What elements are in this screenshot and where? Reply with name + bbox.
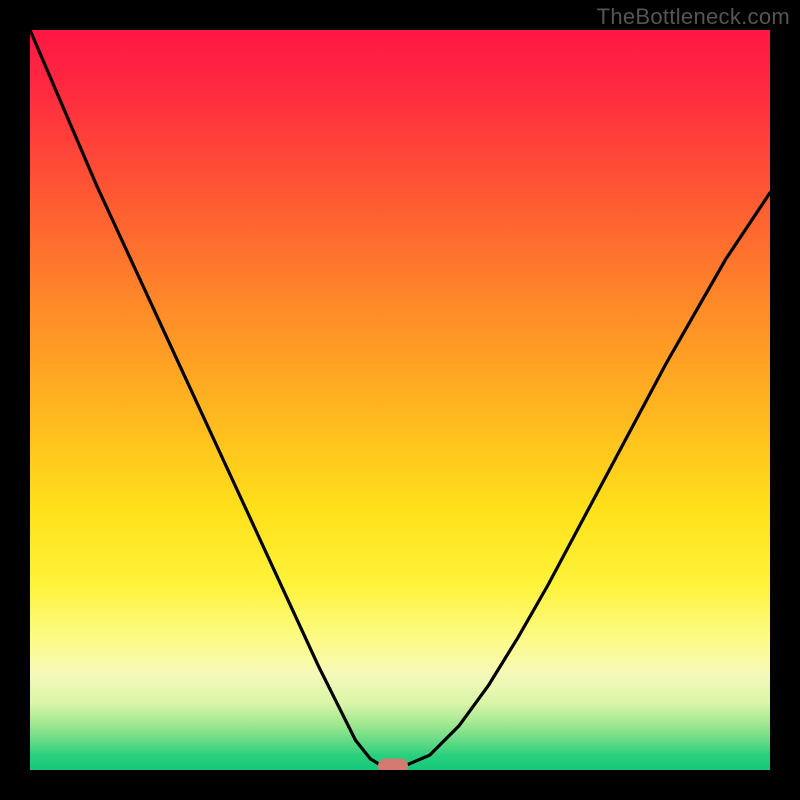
optimal-marker <box>378 758 408 770</box>
watermark-text: TheBottleneck.com <box>597 4 790 30</box>
chart-frame: TheBottleneck.com <box>0 0 800 800</box>
bottleneck-curve <box>30 30 770 770</box>
plot-area <box>30 30 770 770</box>
